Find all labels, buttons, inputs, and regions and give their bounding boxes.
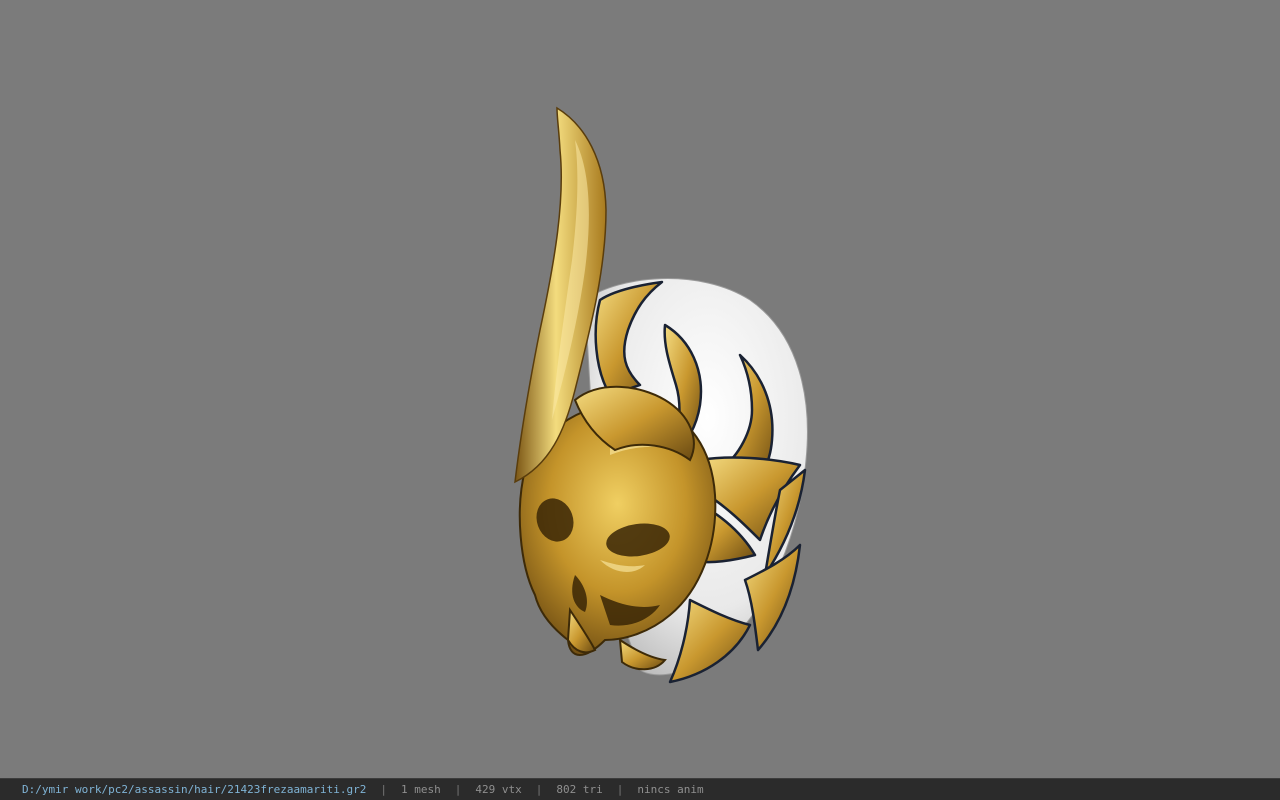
separator: | — [380, 783, 387, 796]
status-bar: D:/ymir work/pc2/assassin/hair/21423frez… — [0, 778, 1280, 800]
separator: | — [616, 783, 624, 796]
separator: | — [454, 783, 462, 796]
triangle-count: 802 tri — [556, 783, 603, 796]
vertex-count: 429 vtx — [475, 783, 522, 796]
mesh-count: 1 mesh — [401, 783, 441, 796]
3d-viewport[interactable] — [0, 0, 1280, 778]
animation-status: nincs anim — [637, 783, 704, 796]
separator: | — [535, 783, 543, 796]
file-path: D:/ymir work/pc2/assassin/hair/21423frez… — [22, 783, 367, 796]
helmet-model — [514, 106, 808, 684]
